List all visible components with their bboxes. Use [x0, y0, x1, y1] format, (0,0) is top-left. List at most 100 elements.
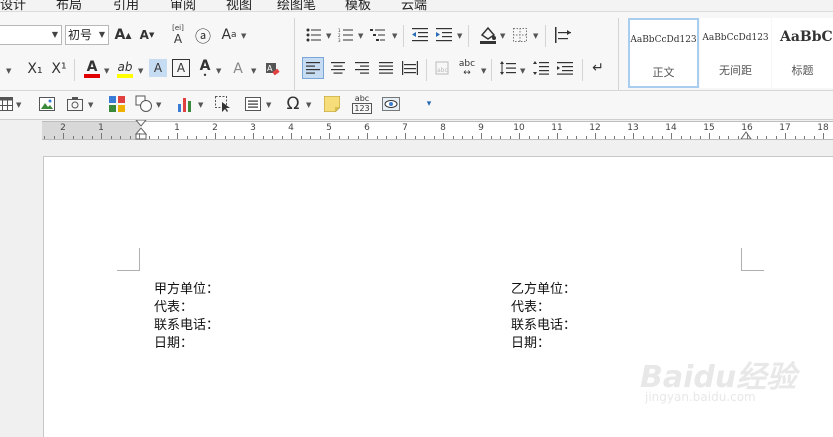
textbox-icon[interactable] [244, 95, 262, 113]
line-spacing-icon[interactable] [498, 57, 518, 79]
multilevel-list-icon[interactable] [368, 25, 388, 45]
picture-icon[interactable] [38, 95, 56, 113]
menu-review[interactable]: 审阅 [170, 0, 196, 11]
ruler-number: 5 [326, 123, 332, 133]
paragraph-shading-icon[interactable] [478, 23, 498, 47]
list-indent-icon[interactable] [555, 57, 575, 79]
menu-view[interactable]: 视图 [226, 0, 252, 11]
justify-icon[interactable] [375, 57, 397, 79]
chevron-down-icon[interactable]: ▼ [156, 101, 161, 109]
borders-icon[interactable] [510, 25, 530, 45]
menu-template[interactable]: 模板 [345, 0, 371, 11]
chevron-down-icon[interactable]: ▼ [306, 101, 311, 109]
char-shading-icon[interactable]: A [149, 59, 167, 77]
indent-marker-icon[interactable] [135, 120, 147, 140]
party-b-phone[interactable]: 联系电话： [511, 314, 576, 333]
party-a-representative[interactable]: 代表： [154, 296, 193, 315]
ruler-tick [794, 136, 796, 139]
chevron-down-icon[interactable]: ▼ [216, 67, 221, 75]
chevron-down-icon[interactable]: ▼ [241, 32, 246, 40]
ruler-tick [747, 133, 748, 139]
style-no-spacing[interactable]: AaBbCcDd123 无间距 [700, 18, 771, 88]
shrink-font-icon[interactable]: A ▼ [137, 25, 157, 45]
text-effects-icon[interactable]: A [228, 59, 248, 79]
shapes-icon[interactable] [134, 94, 154, 114]
increase-indent-icon[interactable] [434, 25, 454, 45]
paragraph-mark-icon[interactable]: ↵ [588, 57, 608, 79]
menu-cloud[interactable]: 云端 [401, 0, 427, 11]
char-border-icon[interactable]: A [172, 59, 190, 77]
party-b-unit[interactable]: 乙方单位： [511, 278, 576, 297]
ruler-tick [490, 136, 492, 139]
phonetic-guide-icon[interactable]: [ei] A [168, 23, 188, 47]
align-left-icon[interactable] [302, 57, 324, 79]
word-count-icon[interactable]: abc 123 [352, 94, 372, 114]
right-indent-marker-icon[interactable] [740, 130, 752, 139]
superscript-icon[interactable]: X¹ [48, 59, 70, 79]
chevron-down-icon[interactable]: ▼ [358, 32, 363, 40]
grow-font-icon[interactable]: A ▲ [113, 25, 133, 45]
chevron-down-icon[interactable]: ▼ [104, 67, 109, 75]
chevron-down-icon[interactable]: ▼ [520, 67, 525, 75]
chevron-down-icon[interactable]: ▼ [198, 101, 203, 109]
subscript-icon[interactable]: X₁ [24, 59, 46, 79]
chevron-down-icon[interactable]: ▼ [326, 32, 331, 40]
numbering-icon[interactable]: 123 [336, 25, 356, 45]
chevron-down-icon[interactable]: ▼ [392, 32, 397, 40]
style-normal[interactable]: AaBbCcDd123 正文 [628, 18, 699, 88]
media-grid-icon[interactable] [108, 95, 126, 113]
chevron-down-icon[interactable]: ▼ [138, 67, 143, 75]
ruler-tick [623, 136, 625, 139]
align-right-icon[interactable] [351, 57, 373, 79]
font-size-combo[interactable]: 初号 ▼ [65, 25, 109, 45]
sort-icon[interactable] [552, 25, 574, 45]
align-center-icon[interactable] [327, 57, 349, 79]
customize-toolbar-icon[interactable]: ▾ [424, 97, 434, 111]
party-b-representative[interactable]: 代表： [511, 296, 550, 315]
chevron-down-icon[interactable]: ▼ [481, 67, 486, 75]
svg-text:3: 3 [338, 38, 341, 42]
paragraph-spacing-icon[interactable] [531, 57, 551, 79]
decrease-indent-icon[interactable] [410, 25, 430, 45]
party-a-unit[interactable]: 甲方单位： [154, 278, 219, 297]
distributed-icon[interactable] [399, 57, 421, 79]
clear-format-icon[interactable]: A [262, 59, 282, 79]
party-b-date[interactable]: 日期： [511, 332, 550, 351]
char-layout-icon[interactable]: abc [432, 57, 452, 79]
ruler-tick [633, 133, 634, 139]
text-direction-icon[interactable]: abc ↔ [456, 57, 478, 79]
view-icon[interactable] [382, 95, 400, 113]
chevron-down-icon[interactable]: ▼ [266, 101, 271, 109]
sticky-note-icon[interactable] [323, 95, 341, 113]
menu-layout[interactable]: 布局 [56, 0, 82, 11]
chevron-down-icon[interactable]: ▼ [16, 101, 21, 109]
ruler-tick [395, 136, 397, 139]
font-color-icon[interactable]: A [82, 57, 102, 81]
chevron-down-icon[interactable]: ▼ [533, 32, 538, 40]
chevron-down-icon[interactable]: ▼ [251, 67, 256, 75]
party-a-phone[interactable]: 联系电话： [154, 314, 219, 333]
ruler-tick [718, 136, 720, 139]
chart-icon[interactable] [176, 95, 194, 113]
char-scaling-icon[interactable]: Aa [218, 25, 240, 45]
select-object-icon[interactable] [214, 95, 232, 113]
font-name-combo[interactable]: ▼ [0, 25, 62, 45]
emphasis-mark-icon[interactable]: A • [196, 58, 214, 80]
menu-pen[interactable]: 绘图笔 [277, 0, 316, 11]
menu-references[interactable]: 引用 [113, 0, 139, 11]
chevron-down-icon[interactable]: ▼ [88, 101, 93, 109]
menu-design[interactable]: 设计 [0, 0, 26, 11]
style-heading[interactable]: AaBbCc 标题 [772, 18, 833, 88]
chevron-down-icon[interactable]: ▼ [457, 32, 462, 40]
symbol-omega-icon[interactable]: Ω [283, 94, 303, 114]
party-a-date[interactable]: 日期： [154, 332, 193, 351]
highlight-icon[interactable]: ab [114, 57, 136, 81]
enclose-char-icon[interactable]: ⓐ [193, 25, 213, 46]
table-icon[interactable] [0, 95, 14, 113]
ruler-number: 4 [288, 123, 294, 133]
chevron-down-icon[interactable]: ▼ [500, 32, 505, 40]
bullets-icon[interactable] [304, 25, 324, 45]
chevron-down-icon[interactable]: ▼ [6, 67, 11, 75]
screenshot-icon[interactable] [66, 95, 84, 113]
horizontal-ruler[interactable]: 2 1 1 2 3 4 5 6 7 8 9 10 11 12 13 14 15 … [42, 120, 833, 140]
